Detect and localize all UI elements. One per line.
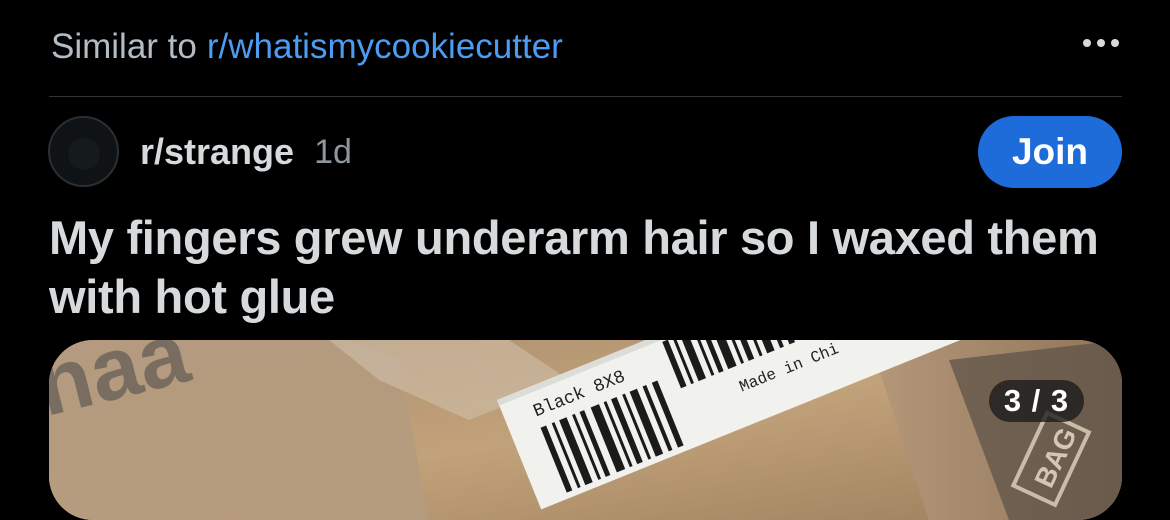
post-title[interactable]: My fingers grew underarm hair so I waxed…	[49, 208, 1129, 326]
subreddit-avatar[interactable]	[48, 116, 119, 187]
similar-prefix: Similar to	[51, 27, 197, 66]
divider	[49, 96, 1122, 97]
cardboard-photo: haa Black 8X8 Made in Chi BAG	[49, 340, 1122, 520]
post-image[interactable]: haa Black 8X8 Made in Chi BAG	[49, 340, 1122, 520]
more-options-icon[interactable]	[1083, 39, 1119, 47]
subreddit-name[interactable]: r/strange	[140, 131, 294, 173]
recommendation-header: Similar to r/whatismycookiecutter	[51, 22, 1121, 72]
post-meta: r/strange 1d	[140, 128, 352, 176]
similar-community-link[interactable]: r/whatismycookiecutter	[207, 27, 563, 66]
post-age: 1d	[314, 132, 352, 171]
join-button[interactable]: Join	[978, 116, 1122, 188]
image-counter-badge: 3 / 3	[989, 380, 1084, 422]
